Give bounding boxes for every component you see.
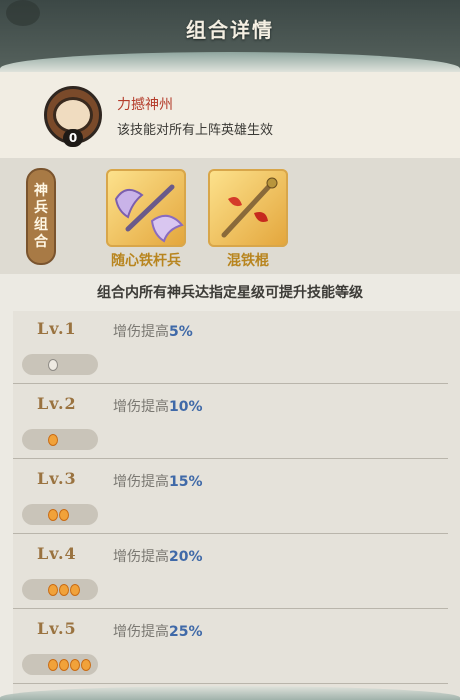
combo-tag: 神 兵 组 合 — [26, 168, 56, 265]
level-label: Lv.3 — [37, 469, 77, 488]
star-icon — [70, 658, 80, 671]
level-list[interactable]: Lv.1 增伤提高5% Lv.2 增伤提高10% Lv.3 增伤提高15% Lv… — [13, 311, 460, 700]
level-row: Lv.2 增伤提高10% — [13, 386, 448, 459]
combo-tag-char: 合 — [34, 233, 48, 250]
level-star-pill — [22, 429, 98, 450]
skill-level-badge: 0 — [63, 129, 83, 147]
star-icon — [48, 433, 58, 446]
combo-tag-char: 组 — [34, 216, 48, 233]
level-label: Lv.5 — [37, 619, 77, 638]
combo-note: 组合内所有神兵达指定星级可提升技能等级 — [97, 285, 363, 301]
level-row: Lv.3 增伤提高15% — [13, 461, 448, 534]
empty-star-icon — [48, 358, 58, 371]
level-star-pill — [22, 504, 98, 525]
combo-panel: 神 兵 组 合 随心铁杆兵 混铁棍 — [0, 158, 460, 274]
level-row: Lv.4 增伤提高20% — [13, 536, 448, 609]
star-icon — [48, 658, 58, 671]
skill-face-icon — [53, 97, 93, 133]
star-icon — [81, 658, 91, 671]
level-star-pill — [22, 579, 98, 600]
weapon-name-staff: 混铁棍 — [227, 253, 269, 269]
level-bonus: 增伤提高5% — [113, 324, 193, 340]
level-bonus: 增伤提高10% — [113, 399, 203, 415]
header-bar: 组合详情 — [0, 0, 460, 72]
star-icon — [48, 508, 58, 521]
weapon-card-staff[interactable] — [208, 169, 288, 247]
staff-weapon-icon — [221, 177, 278, 238]
level-row: Lv.5 增伤提高25% — [13, 611, 448, 684]
level-bonus: 增伤提高15% — [113, 474, 203, 490]
level-star-pill — [22, 354, 98, 375]
level-row: Lv.1 增伤提高5% — [13, 311, 448, 384]
skill-panel: 0 力撼神州 该技能对所有上阵英雄生效 — [0, 72, 460, 158]
star-icon — [59, 583, 69, 596]
level-bonus: 增伤提高20% — [113, 549, 203, 565]
star-icon — [59, 658, 69, 671]
axe-weapon-icon — [114, 184, 184, 243]
level-star-pill — [22, 654, 98, 675]
weapon-card-axe[interactable] — [106, 169, 186, 247]
level-label: Lv.4 — [37, 544, 77, 563]
skill-description: 该技能对所有上阵英雄生效 — [117, 123, 274, 138]
level-label: Lv.1 — [37, 319, 77, 338]
level-label: Lv.2 — [37, 394, 77, 413]
combo-tag-char: 兵 — [34, 199, 48, 216]
level-bonus: 增伤提高25% — [113, 624, 203, 640]
combo-tag-char: 神 — [34, 182, 48, 199]
star-icon — [59, 508, 69, 521]
star-icon — [48, 583, 58, 596]
star-icon — [70, 583, 80, 596]
header-cloud-decoration — [0, 52, 460, 72]
weapon-name-axe: 随心铁杆兵 — [111, 253, 181, 269]
skill-name: 力撼神州 — [117, 97, 173, 113]
page-title: 组合详情 — [186, 18, 274, 42]
